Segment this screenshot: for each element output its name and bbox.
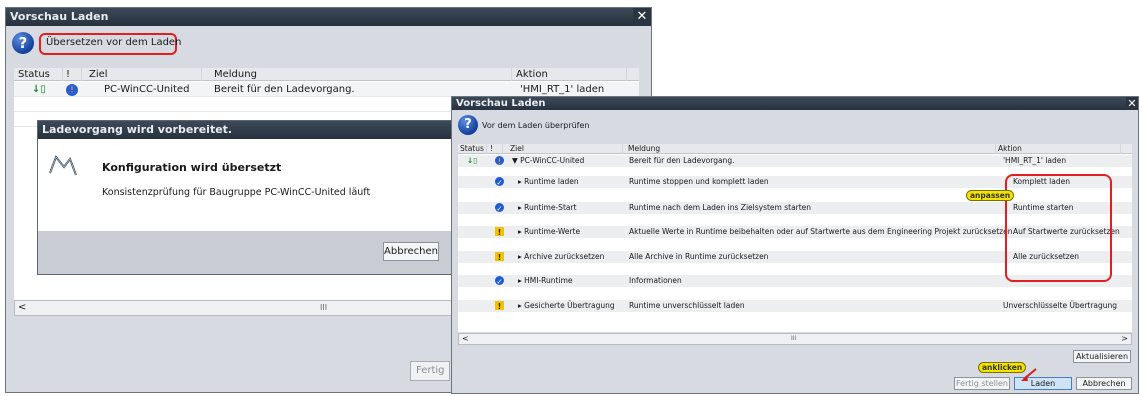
- table-header: Status ! Ziel Meldung Aktion: [458, 144, 1132, 154]
- question-icon: ?: [458, 115, 478, 135]
- window-title: Vorschau Laden: [10, 10, 109, 23]
- person-warning-icon: !: [66, 84, 78, 96]
- action-cell[interactable]: Unverschlüsselte Übertragung: [1003, 300, 1117, 312]
- target-cell[interactable]: ▸ Runtime-Werte: [518, 226, 580, 238]
- col-warning[interactable]: !: [490, 144, 493, 154]
- close-button[interactable]: ✕: [633, 8, 651, 26]
- finish-button[interactable]: Fertig: [410, 361, 450, 381]
- check-icon: ✓: [495, 177, 504, 187]
- scroll-left-arrow-icon[interactable]: <: [462, 334, 469, 344]
- progress-heading: Konfiguration wird übersetzt: [102, 161, 282, 174]
- col-warning[interactable]: !: [66, 68, 70, 81]
- target-cell[interactable]: ▸ Runtime-Start: [518, 202, 577, 214]
- col-target[interactable]: Ziel: [89, 68, 108, 81]
- message-cell: Bereit für den Ladevorgang.: [214, 84, 355, 95]
- scroll-right-arrow-icon[interactable]: >: [1121, 334, 1128, 344]
- header-text: Vor dem Laden überprüfen: [482, 121, 590, 130]
- warning-icon: !: [495, 252, 504, 262]
- warning-icon: !: [495, 227, 504, 237]
- arrow-icon: [1021, 368, 1037, 381]
- compile-icon: [49, 155, 77, 176]
- progress-title-bar: Ladevorgang wird vorbereitet.: [38, 121, 466, 139]
- check-icon: ✓: [495, 276, 504, 286]
- message-cell: Aktuelle Werte in Runtime beibehalten od…: [629, 227, 1015, 236]
- question-icon: ?: [12, 32, 34, 54]
- col-action[interactable]: Aktion: [998, 144, 1022, 154]
- target-cell[interactable]: ▸ Runtime laden: [518, 176, 579, 188]
- col-status[interactable]: Status: [18, 68, 50, 81]
- cancel-button[interactable]: Abbrechen: [383, 242, 439, 261]
- col-status[interactable]: Status: [460, 144, 484, 154]
- col-message[interactable]: Meldung: [214, 68, 257, 81]
- target-cell[interactable]: ▸ Archive zurücksetzen: [518, 251, 604, 263]
- title-bar: Vorschau Laden ✕: [6, 8, 651, 26]
- message-cell: Informationen: [629, 276, 682, 285]
- download-icon: ↓▯: [32, 84, 46, 95]
- target-cell[interactable]: ▼ PC-WinCC-United: [512, 155, 584, 167]
- scroll-thumb-grip[interactable]: III: [791, 334, 796, 344]
- table-row[interactable]: ↓▯ ! ▼ PC-WinCC-United Bereit für den La…: [458, 155, 1132, 167]
- warning-icon: !: [495, 301, 504, 311]
- cancel-button[interactable]: Abbrechen: [1076, 377, 1132, 390]
- message-cell: Alle Archive in Runtime zurücksetzen: [629, 252, 769, 261]
- action-cell: 'HMI_RT_1' laden: [520, 84, 605, 95]
- col-action[interactable]: Aktion: [516, 68, 548, 81]
- horizontal-scrollbar[interactable]: < III >: [458, 333, 1132, 345]
- progress-title: Ladevorgang wird vorbereitet.: [42, 123, 233, 136]
- message-cell: Runtime unverschlüsselt laden: [629, 301, 745, 310]
- person-warning-icon: !: [495, 156, 504, 166]
- message-cell: Runtime stoppen und komplett laden: [629, 177, 769, 186]
- highlight-outline: [1005, 174, 1112, 282]
- table-row[interactable]: ! ▸ Gesicherte Übertragung Runtime unver…: [458, 300, 1132, 312]
- table-row[interactable]: ↓▯ ! PC-WinCC-United Bereit für den Lade…: [14, 82, 639, 97]
- target-cell[interactable]: ▸ Gesicherte Übertragung: [518, 300, 615, 312]
- annotation-adjust: anpassen: [966, 190, 1015, 201]
- action-cell: 'HMI_RT_1' laden: [1003, 156, 1067, 165]
- scroll-left-arrow-icon[interactable]: <: [18, 301, 26, 315]
- message-cell: Runtime nach dem Laden ins Zielsystem st…: [629, 203, 812, 212]
- table-header: Status ! Ziel Meldung Aktion: [14, 68, 639, 81]
- target-cell[interactable]: ▸ HMI-Runtime: [518, 275, 573, 287]
- close-button[interactable]: ✕: [1126, 97, 1138, 110]
- progress-status-text: Konsistenzprüfung für Baugruppe PC-WinCC…: [102, 187, 371, 198]
- message-cell: Bereit für den Ladevorgang.: [629, 156, 735, 165]
- col-target[interactable]: Ziel: [510, 144, 524, 154]
- finish-button[interactable]: Fertig stellen: [954, 377, 1010, 390]
- header-text: Übersetzen vor dem Laden: [46, 37, 182, 48]
- progress-dialog: Ladevorgang wird vorbereitet. Konfigurat…: [37, 120, 467, 275]
- refresh-button[interactable]: Aktualisieren: [1073, 350, 1131, 363]
- title-bar: Vorschau Laden ✕: [452, 97, 1138, 110]
- col-message[interactable]: Meldung: [628, 144, 660, 154]
- progress-body: Konfiguration wird übersetzt Konsistenzp…: [38, 139, 466, 231]
- window-title: Vorschau Laden: [456, 98, 546, 109]
- scroll-thumb-grip[interactable]: III: [320, 301, 327, 315]
- target-cell: PC-WinCC-United: [104, 84, 190, 95]
- check-icon: ✓: [495, 203, 504, 213]
- download-icon: ↓▯: [467, 156, 478, 165]
